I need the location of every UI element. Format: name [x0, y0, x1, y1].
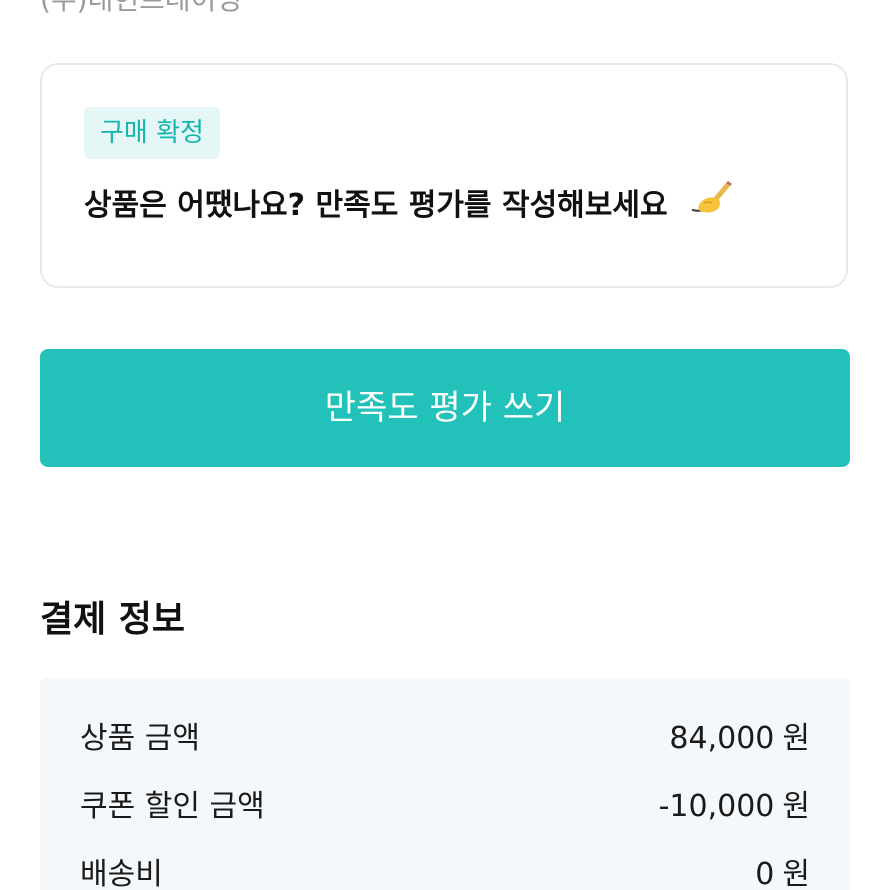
- purchase-confirmed-badge: 구매 확정: [84, 107, 220, 159]
- order-detail-page: (주)대현트레이딩 구매 확정 상품은 어땠나요? 만족도 평가를 작성해보세요…: [0, 0, 890, 890]
- review-card: 구매 확정 상품은 어땠나요? 만족도 평가를 작성해보세요: [40, 63, 848, 288]
- payment-row-value: 84,000 원: [669, 709, 810, 769]
- payment-row-value: 0원: [755, 845, 810, 890]
- payment-row-shipping-fee: 배송비 0원: [80, 845, 810, 890]
- payment-amount: 84,000: [669, 721, 775, 756]
- writing-hand-icon: [688, 177, 734, 236]
- payment-row-value: -10,000 원: [659, 777, 810, 837]
- review-prompt: 상품은 어땠나요? 만족도 평가를 작성해보세요: [84, 177, 734, 236]
- payment-row-coupon-discount: 쿠폰 할인 금액 -10,000 원: [80, 777, 810, 837]
- payment-amount: -10,000: [658, 789, 775, 824]
- payment-row-product-amount: 상품 금액 84,000 원: [80, 709, 810, 769]
- payment-row-label: 쿠폰 할인 금액: [80, 789, 265, 824]
- payment-row-label: 상품 금액: [80, 721, 200, 756]
- review-prompt-text: 상품은 어땠나요? 만족도 평가를 작성해보세요: [84, 188, 668, 223]
- seller-name[interactable]: (주)대현트레이딩: [40, 0, 242, 18]
- write-review-button[interactable]: 만족도 평가 쓰기: [40, 349, 850, 467]
- currency-unit: 원: [782, 857, 810, 890]
- payment-info-title: 결제 정보: [40, 599, 186, 640]
- payment-info-box: 상품 금액 84,000 원 쿠폰 할인 금액 -10,000 원 배송비 0원: [40, 678, 850, 890]
- currency-unit: 원: [782, 789, 810, 824]
- currency-unit: 원: [782, 721, 810, 756]
- payment-amount: 0: [755, 857, 775, 890]
- payment-row-label: 배송비: [80, 857, 163, 890]
